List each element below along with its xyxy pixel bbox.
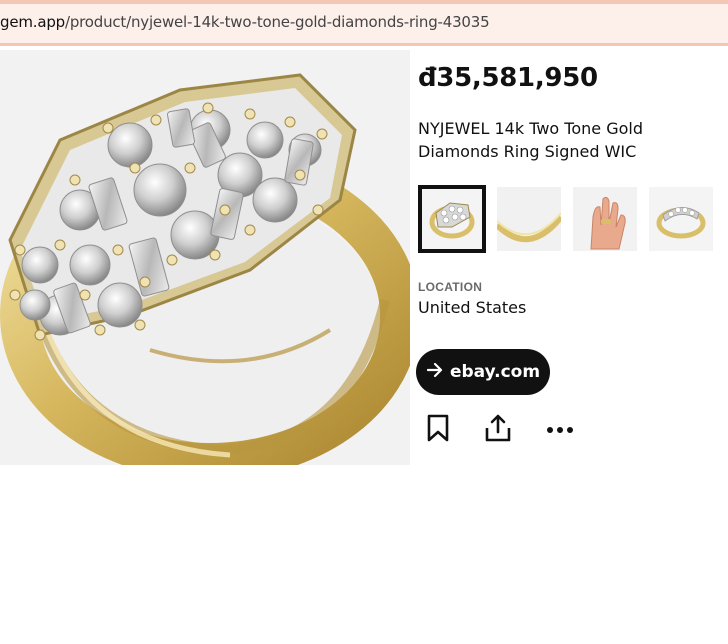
product-title: NYJEWEL 14k Two Tone Gold Diamonds Ring … <box>418 119 643 161</box>
url-host: gem.app <box>0 13 65 31</box>
url-text[interactable]: gem.app/product/nyjewel-14k-two-tone-gol… <box>0 13 490 31</box>
product-price: đ35,581,950 <box>418 63 598 93</box>
location-label: LOCATION <box>418 280 483 294</box>
arrow-right-icon <box>426 362 444 383</box>
save-button[interactable] <box>420 412 456 448</box>
ring-illustration <box>0 50 410 465</box>
thumbnail-2[interactable] <box>497 187 561 251</box>
more-options-button[interactable] <box>542 412 578 448</box>
ebay-link-label: ebay.com <box>449 362 541 382</box>
share-icon <box>483 413 513 448</box>
location-value: United States <box>418 298 527 317</box>
ring-on-hand-thumbnail-image <box>573 187 637 251</box>
url-path: /product/nyjewel-14k-two-tone-gold-diamo… <box>64 13 490 31</box>
thumbnail-3[interactable] <box>573 187 637 251</box>
thumbnail-1[interactable] <box>418 185 486 253</box>
browser-url-bar[interactable]: gem.app/product/nyjewel-14k-two-tone-gol… <box>0 0 728 46</box>
thumbnail-strip <box>418 185 728 255</box>
more-icon <box>546 421 574 439</box>
bookmark-icon <box>426 413 450 448</box>
ring-side-thumbnail-image <box>649 187 713 251</box>
product-main-image[interactable] <box>0 50 410 465</box>
ring-top-thumbnail-image <box>422 189 482 249</box>
ring-band-thumbnail-image <box>497 187 561 251</box>
share-button[interactable] <box>480 412 516 448</box>
thumbnail-4[interactable] <box>649 187 713 251</box>
ebay-link-button[interactable]: ebay.com <box>416 349 550 395</box>
